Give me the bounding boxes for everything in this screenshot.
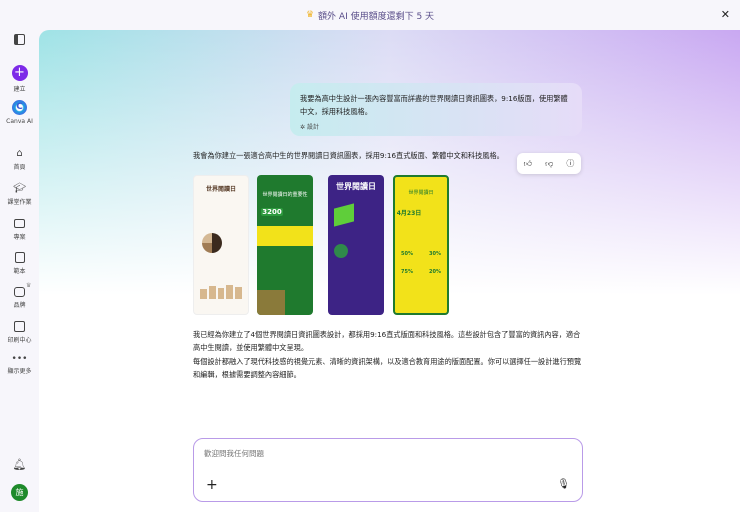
banner-text: 額外 AI 使用額度還剩下 5 天 xyxy=(318,11,435,22)
sidebar-item-label: 課堂作業 xyxy=(7,199,32,206)
thumbs-down-icon[interactable]: 👎︎ xyxy=(545,159,553,169)
sidebar-item-templates[interactable]: 範本 xyxy=(0,252,39,275)
design-title: 世界閱讀日 xyxy=(205,186,236,193)
notifications-button[interactable]: 🔔︎ xyxy=(0,458,39,471)
bell-icon: 🔔︎ xyxy=(12,458,27,471)
sidebar-toggle-button[interactable] xyxy=(0,34,39,45)
sidebar-item-label: 建立 xyxy=(13,86,26,93)
design-title: 世界閱讀日 xyxy=(408,190,434,196)
add-attachment-icon[interactable]: + xyxy=(206,477,218,493)
user-message: 我要為高中生設計一張內容豐富而詳盡的世界閱讀日資訊圖表，9:16版面，使用繁體中… xyxy=(290,83,582,136)
sidebar: + 建立 C Canva AI ⌂ 首頁 🎓︎ 課堂作業 專案 範本 ♛ 品牌 … xyxy=(0,30,39,512)
avatar-initial: 施 xyxy=(11,484,28,501)
design-title: 世界閱讀日 xyxy=(336,182,376,191)
sidebar-item-label: 品牌 xyxy=(13,302,26,309)
sidebar-item-label: 範本 xyxy=(13,268,26,275)
design-thumbnail-1[interactable]: 世界閱讀日 xyxy=(193,175,249,315)
crown-icon: ♛ xyxy=(305,10,315,20)
sidebar-item-canva-ai[interactable]: C Canva AI xyxy=(0,100,39,125)
response-paragraph-1: 我已經為你建立了4個世界閱讀日資訊圖表設計，都採用9:16直式版面和科技風格。這… xyxy=(193,330,581,352)
sidebar-item-label: 印刷中心 xyxy=(7,337,32,344)
more-icon: ••• xyxy=(11,354,28,364)
sidebar-item-more[interactable]: ••• 顯示更多 xyxy=(0,354,39,376)
sidebar-item-projects[interactable]: 專案 xyxy=(0,218,39,241)
folder-icon xyxy=(14,219,25,228)
brand-icon xyxy=(14,287,25,297)
design-stat: 20% xyxy=(429,269,441,275)
sidebar-toggle-icon xyxy=(14,34,25,45)
avatar[interactable]: 施 xyxy=(0,484,39,501)
sidebar-item-create[interactable]: + 建立 xyxy=(0,65,39,93)
design-tag-label: 設計 xyxy=(306,124,319,131)
info-icon[interactable]: ⓘ xyxy=(566,158,574,169)
home-icon: ⌂ xyxy=(16,148,23,159)
user-message-text: 我要為高中生設計一張內容豐富而詳盡的世界閱讀日資訊圖表，9:16版面，使用繁體中… xyxy=(300,94,568,116)
sidebar-item-classroom[interactable]: 🎓︎ 課堂作業 xyxy=(0,183,39,206)
sidebar-item-label: Canva AI xyxy=(6,118,33,125)
design-stat: 75% xyxy=(401,269,413,275)
design-thumbnail-2[interactable]: 世界閱讀日的重要性 3200 xyxy=(257,175,313,315)
chat-panel: 我要為高中生設計一張內容豐富而詳盡的世界閱讀日資訊圖表，9:16版面，使用繁體中… xyxy=(39,30,740,512)
plus-icon: + xyxy=(11,65,28,81)
template-icon xyxy=(14,252,25,263)
response-intro: 我會為你建立一張適合高中生的世界閱讀日資訊圖表，採用9:16直式版面、繁體中文和… xyxy=(193,151,504,160)
thumbs-up-icon[interactable]: 👍︎ xyxy=(524,159,532,169)
canva-ai-icon: C xyxy=(12,100,27,115)
sidebar-item-brand[interactable]: ♛ 品牌 xyxy=(0,282,39,309)
premium-crown-icon: ♛ xyxy=(26,282,32,289)
design-tag: ✲ 設計 xyxy=(300,121,572,134)
design-stat: 50% xyxy=(401,251,413,257)
sidebar-item-label: 首頁 xyxy=(13,164,26,171)
close-icon[interactable]: ✕ xyxy=(721,8,730,21)
print-icon xyxy=(14,321,25,332)
microphone-icon[interactable]: 🎙︎ xyxy=(557,479,570,490)
design-stat: 3200 xyxy=(261,208,283,216)
chat-input[interactable] xyxy=(204,449,504,458)
design-thumbnail-3[interactable]: 世界閱讀日 xyxy=(328,175,384,315)
sidebar-item-label: 顯示更多 xyxy=(7,368,32,375)
sparkle-icon: ✲ xyxy=(300,124,306,131)
sidebar-item-print[interactable]: 印刷中心 xyxy=(0,321,39,344)
design-thumbnail-4[interactable]: 世界閱讀日 4月23日 50% 30% 75% 20% xyxy=(393,175,449,315)
design-stat: 30% xyxy=(429,251,441,257)
feedback-toolbar: 👍︎ 👎︎ ⓘ xyxy=(517,153,581,174)
design-title: 世界閱讀日的重要性 xyxy=(262,192,308,198)
ai-credit-banner: ♛ 額外 AI 使用額度還剩下 5 天 ✕ xyxy=(0,0,740,30)
sidebar-item-label: 專案 xyxy=(13,234,26,241)
design-date: 4月23日 xyxy=(396,210,422,217)
chat-composer: + 🎙︎ xyxy=(193,438,583,502)
graduation-cap-icon: 🎓︎ xyxy=(13,183,26,194)
sidebar-item-home[interactable]: ⌂ 首頁 xyxy=(0,148,39,171)
response-paragraph-2: 每個設計都融入了現代科技感的視覺元素、清晰的資訊架構，以及適合教育用途的版面配置… xyxy=(193,357,582,379)
